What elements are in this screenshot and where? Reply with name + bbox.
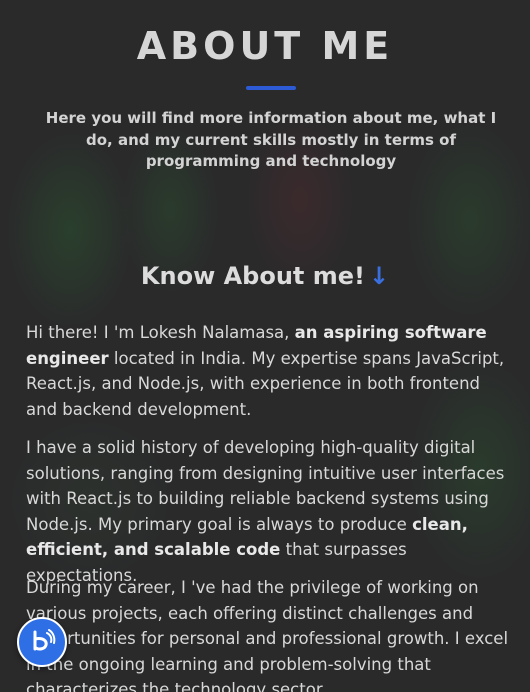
about-paragraph-3: During my career, I 've had the privileg… (26, 575, 510, 692)
about-paragraph-2: I have a solid history of developing hig… (26, 435, 510, 588)
title-underline (246, 86, 296, 90)
section-heading-text: Know About me! (140, 262, 365, 290)
paragraph-text: Hi there! I 'm Lokesh Nalamasa, (26, 323, 295, 342)
arrow-down-icon: ↓ (368, 262, 390, 290)
section-heading: Know About me! ↓ (0, 262, 530, 290)
chat-bot-icon (33, 629, 56, 651)
chat-bot-button[interactable] (17, 617, 67, 667)
about-paragraph-1: Hi there! I 'm Lokesh Nalamasa, an aspir… (26, 320, 510, 422)
page-title: ABOUT ME (136, 24, 394, 68)
intro-text: Here you will find more information abou… (45, 109, 497, 170)
paragraph-text: During my career, I 've had the privileg… (26, 578, 509, 692)
